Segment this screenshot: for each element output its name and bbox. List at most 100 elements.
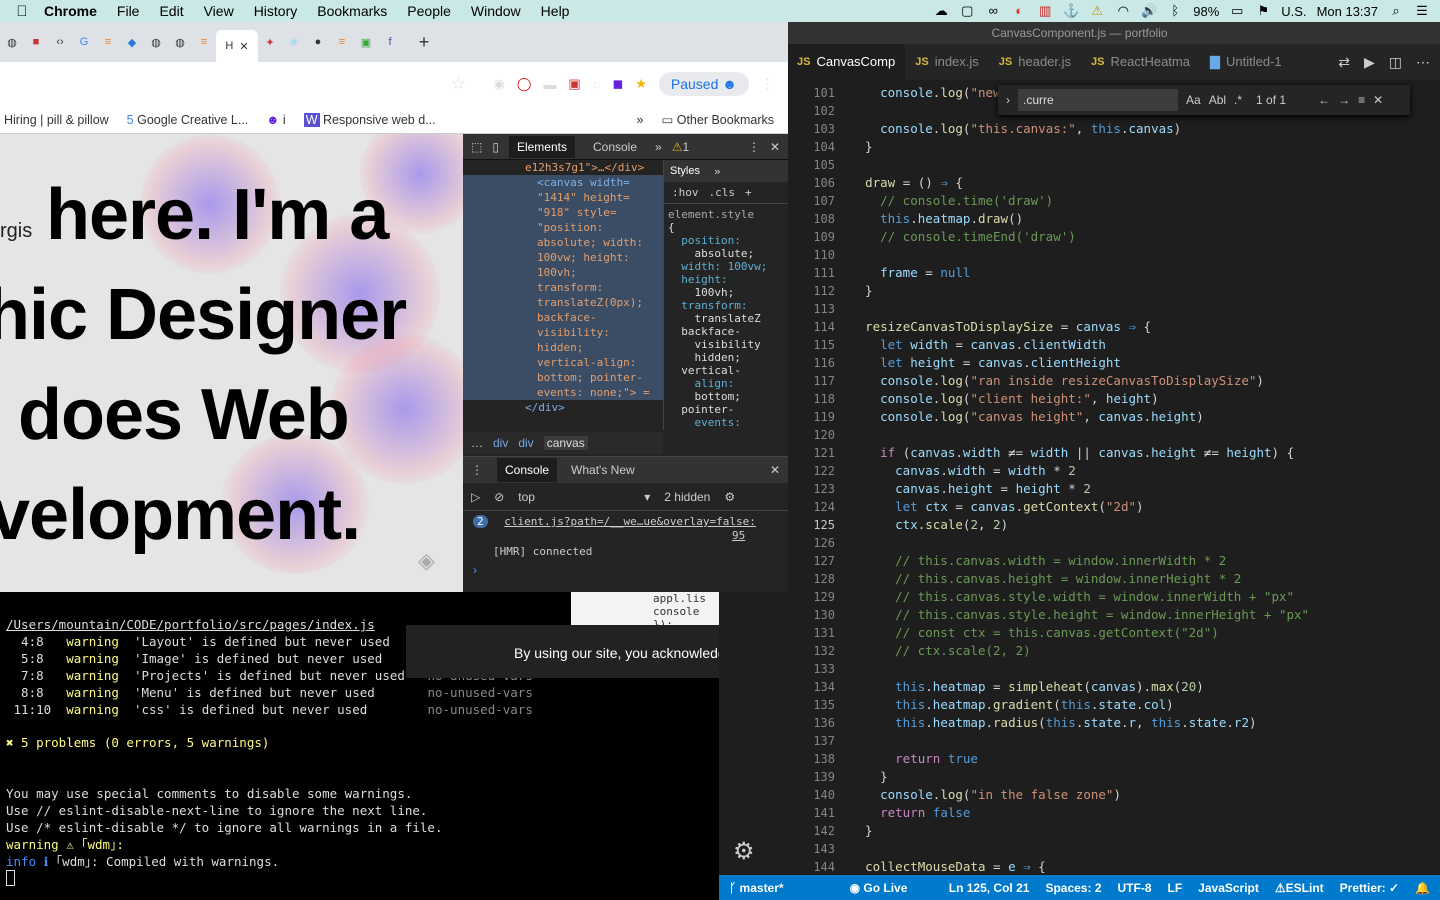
tab-globe[interactable]: ◍ (0, 29, 24, 55)
dom-node-line[interactable]: absolute; width: (463, 235, 663, 250)
tab-stack[interactable]: ≡ (96, 29, 120, 55)
more-panes-icon[interactable]: » (714, 165, 721, 178)
dom-node-line[interactable]: 100vw; height: (463, 250, 663, 265)
tab-github[interactable]: ● (306, 29, 330, 55)
tab-code[interactable]: ‹› (48, 29, 72, 55)
infinity-icon[interactable]: ∞ (985, 4, 1001, 18)
notification-center-icon[interactable]: ☰ (1414, 4, 1430, 18)
menu-file[interactable]: File (117, 3, 140, 19)
extension-gray-icon[interactable]: ◌ (593, 77, 601, 92)
warning-icon[interactable]: ⚠ (1089, 4, 1105, 18)
crumb-canvas[interactable]: canvas (543, 436, 588, 450)
device-toolbar-icon[interactable]: ▯ (492, 140, 499, 154)
log-source-link[interactable]: client.js?path=/__we…ue&overlay=false: (504, 515, 756, 528)
spotlight-search-icon[interactable]: ⌕ (1388, 4, 1404, 18)
dom-node-line[interactable]: "1414" height= (463, 190, 663, 205)
dom-node-line[interactable]: "918" style= (463, 205, 663, 220)
dom-node-line[interactable]: <canvas width= (463, 175, 663, 190)
tab-facebook[interactable]: f (378, 29, 402, 55)
find-input[interactable]: .curre (1018, 89, 1178, 111)
close-find-icon[interactable]: ✕ (1373, 93, 1383, 107)
tab-elements[interactable]: Elements (508, 135, 575, 158)
eslint-status[interactable]: ⚠ESLint (1275, 881, 1324, 895)
prettier-status[interactable]: Prettier: ✓ (1340, 881, 1399, 895)
extension-star-icon[interactable]: ★ (635, 76, 647, 92)
cloud-icon[interactable]: ☁ (933, 4, 949, 18)
editor-tab-untitled[interactable]: ▇ Untitled-1 (1200, 44, 1292, 80)
go-live-button[interactable]: ◉ Go Live (850, 881, 908, 895)
tab-styles[interactable]: Styles (670, 165, 700, 178)
dom-node-line[interactable]: e12h3s7g1">…</div> (463, 160, 663, 175)
sidebar-toggle-icon[interactable]: ▷ (471, 490, 480, 504)
input-source[interactable]: U.S. (1281, 4, 1306, 19)
log-line-number[interactable]: 95 (732, 529, 745, 542)
match-word-toggle[interactable]: Abl (1209, 93, 1226, 107)
tab-stack-3[interactable]: ≡ (330, 29, 354, 55)
flag-icon[interactable]: ⚑ (1255, 4, 1271, 18)
dom-node-line[interactable]: transform: (463, 280, 663, 295)
dom-node-line[interactable]: visibility: (463, 325, 663, 340)
menu-edit[interactable]: Edit (159, 3, 183, 19)
bookmark-google-creative[interactable]: 5 Google Creative L... (127, 113, 249, 127)
profile-paused-button[interactable]: Paused ☻ (658, 72, 749, 96)
dom-node-line[interactable]: vertical-align: (463, 355, 663, 370)
bookmark-responsive[interactable]: W Responsive web d... (303, 112, 436, 127)
crumb-more[interactable]: … (471, 436, 483, 450)
manage-gear-icon[interactable]: ⚙ (733, 837, 755, 866)
dom-node-line[interactable]: backface- (463, 310, 663, 325)
regex-toggle-icon[interactable]: .* (1234, 93, 1242, 107)
next-match-icon[interactable]: → (1338, 93, 1350, 107)
dom-node-line[interactable]: "position: (463, 220, 663, 235)
extension-dark-icon[interactable]: ▬ (543, 77, 556, 92)
webpage-viewport[interactable]: rgis here. I'm a hic Designer does Web v… (0, 134, 463, 592)
dom-node-line[interactable]: hidden; (463, 340, 663, 355)
indentation[interactable]: Spaces: 2 (1045, 881, 1101, 895)
menu-people[interactable]: People (407, 3, 451, 19)
bookmark-star-icon[interactable]: ☆ (451, 74, 465, 94)
battery-icon[interactable]: ▭ (1229, 4, 1245, 18)
close-devtools-icon[interactable]: ✕ (770, 140, 780, 154)
extension-red-icon[interactable]: ▣ (568, 76, 580, 92)
clear-console-icon[interactable]: ⊘ (494, 490, 504, 504)
code-editor[interactable]: console.log("newWi console.log("this.can… (850, 80, 1430, 875)
wifi-icon[interactable]: ◠ (1115, 4, 1131, 18)
extension-purple-icon[interactable]: ◼ (612, 76, 623, 92)
cursor-position[interactable]: Ln 125, Col 21 (949, 881, 1030, 895)
editor-tab-canvascomponent[interactable]: JS CanvasComp (787, 44, 906, 80)
menu-bookmarks[interactable]: Bookmarks (317, 3, 387, 19)
dom-node-line[interactable]: events: none;"> = (463, 385, 663, 400)
drawer-tab-console[interactable]: Console (497, 458, 558, 482)
dom-node-line[interactable]: translateZ(0px); (463, 295, 663, 310)
language-mode[interactable]: JavaScript (1198, 881, 1259, 895)
notifications-bell-icon[interactable]: 🔔 (1415, 881, 1430, 895)
tab-stack-2[interactable]: ≡ (192, 29, 216, 55)
apple-menu-icon[interactable]:  (0, 3, 44, 20)
menu-window[interactable]: Window (471, 3, 521, 19)
find-in-selection-icon[interactable]: ≡ (1358, 93, 1365, 107)
window-icon[interactable]: ▢ (959, 4, 975, 18)
volume-icon[interactable]: 🔊 (1141, 4, 1157, 18)
hidden-count[interactable]: 2 hidden (664, 490, 710, 504)
tab-red[interactable]: ■ (24, 29, 48, 55)
menu-history[interactable]: History (254, 3, 298, 19)
toggle-replace-icon[interactable]: › (1006, 93, 1010, 107)
crumb-div[interactable]: div (493, 436, 508, 450)
chart-icon[interactable]: ▥ (1037, 4, 1053, 18)
tab-react[interactable]: ⚛ (282, 29, 306, 55)
menu-view[interactable]: View (204, 3, 234, 19)
editor-tab-reactheatmap[interactable]: JS ReactHeatma (1081, 44, 1200, 80)
warning-count[interactable]: ⚠1 (672, 140, 689, 154)
extension-opera-icon[interactable]: ◯ (517, 76, 532, 92)
add-rule-icon[interactable]: + (745, 186, 752, 199)
chrome-menu-icon[interactable]: ⋮ (761, 76, 774, 92)
other-bookmarks[interactable]: ▭ Other Bookmarks (661, 112, 774, 127)
context-select[interactable]: top ▾ (518, 490, 650, 504)
bookmark-hiring[interactable]: Hiring | pill & pillow (4, 113, 109, 127)
editor-tab-index[interactable]: JS index.js (905, 44, 989, 80)
cookie-banner[interactable]: By using our site, you acknowledge (406, 625, 719, 678)
split-editor-icon[interactable]: ◫ (1389, 54, 1402, 71)
dom-node-line[interactable]: </div> (463, 400, 663, 415)
tab-globe-3[interactable]: ◍ (168, 29, 192, 55)
extension-icon[interactable]: ◉ (494, 76, 505, 92)
drawer-tab-whats-new[interactable]: What's New (571, 463, 635, 477)
